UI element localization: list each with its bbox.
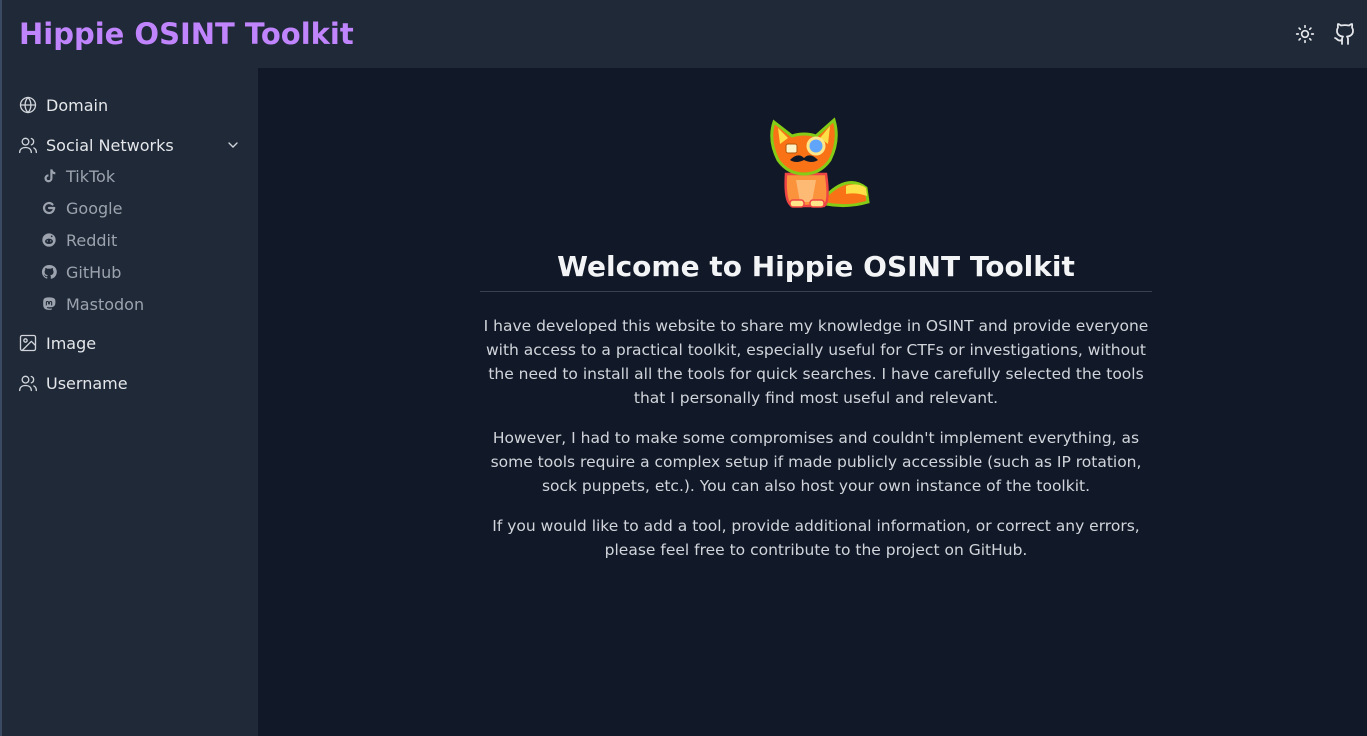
chevron-down-icon[interactable] bbox=[224, 136, 242, 154]
sidebar-subitem-label: GitHub bbox=[66, 262, 122, 282]
header-actions bbox=[1285, 0, 1367, 68]
main-content: Welcome to Hippie OSINT Toolkit I have d… bbox=[258, 68, 1367, 736]
sidebar-subitem-label: Mastodon bbox=[66, 294, 145, 314]
users-icon bbox=[18, 373, 38, 393]
top-bar: Hippie OSINT Toolkit bbox=[2, 0, 1367, 68]
mastodon-icon bbox=[40, 295, 58, 313]
intro-paragraph: However, I had to make some compromises … bbox=[490, 429, 1142, 495]
sidebar-item-label: Social Networks bbox=[46, 135, 174, 155]
reddit-icon bbox=[40, 231, 58, 249]
intro-paragraph: If you would like to add a tool, provide… bbox=[492, 517, 1140, 559]
sidebar-nav: Domain Social Networks TikTok Google Red… bbox=[2, 68, 258, 398]
github-icon bbox=[1334, 23, 1354, 45]
sidebar-item-social-networks[interactable]: Social Networks bbox=[10, 130, 250, 160]
tiktok-icon bbox=[40, 167, 58, 185]
github-link-button[interactable] bbox=[1325, 14, 1365, 54]
sidebar-item-username[interactable]: Username bbox=[10, 368, 250, 398]
sidebar-item-google[interactable]: Google bbox=[32, 194, 250, 222]
sun-icon bbox=[1295, 24, 1315, 44]
intro-text: I have developed this website to share m… bbox=[480, 314, 1152, 578]
social-networks-submenu: TikTok Google Reddit GitHub Mastodon bbox=[2, 162, 258, 318]
sidebar-item-image[interactable]: Image bbox=[10, 328, 250, 358]
sidebar-item-mastodon[interactable]: Mastodon bbox=[32, 290, 250, 318]
sidebar: Domain Social Networks TikTok Google Red… bbox=[2, 68, 258, 736]
sidebar-item-label: Domain bbox=[46, 95, 109, 115]
sidebar-item-domain[interactable]: Domain bbox=[10, 90, 250, 120]
sidebar-item-tiktok[interactable]: TikTok bbox=[32, 162, 250, 190]
app-title[interactable]: Hippie OSINT Toolkit bbox=[19, 17, 354, 51]
theme-toggle-button[interactable] bbox=[1285, 14, 1325, 54]
users-icon bbox=[18, 135, 38, 155]
image-icon bbox=[18, 333, 38, 353]
fox-mascot-logo bbox=[768, 116, 872, 212]
sidebar-item-label: Username bbox=[46, 373, 128, 393]
intro-paragraph: I have developed this website to share m… bbox=[483, 317, 1149, 407]
sidebar-subitem-label: Reddit bbox=[66, 230, 118, 250]
page-title: Welcome to Hippie OSINT Toolkit bbox=[480, 250, 1152, 292]
sidebar-subitem-label: TikTok bbox=[66, 166, 116, 186]
sidebar-subitem-label: Google bbox=[66, 198, 123, 218]
google-icon bbox=[40, 199, 58, 217]
sidebar-item-reddit[interactable]: Reddit bbox=[32, 226, 250, 254]
github-icon bbox=[40, 263, 58, 281]
sidebar-item-label: Image bbox=[46, 333, 97, 353]
globe-icon bbox=[18, 95, 38, 115]
sidebar-item-github[interactable]: GitHub bbox=[32, 258, 250, 286]
